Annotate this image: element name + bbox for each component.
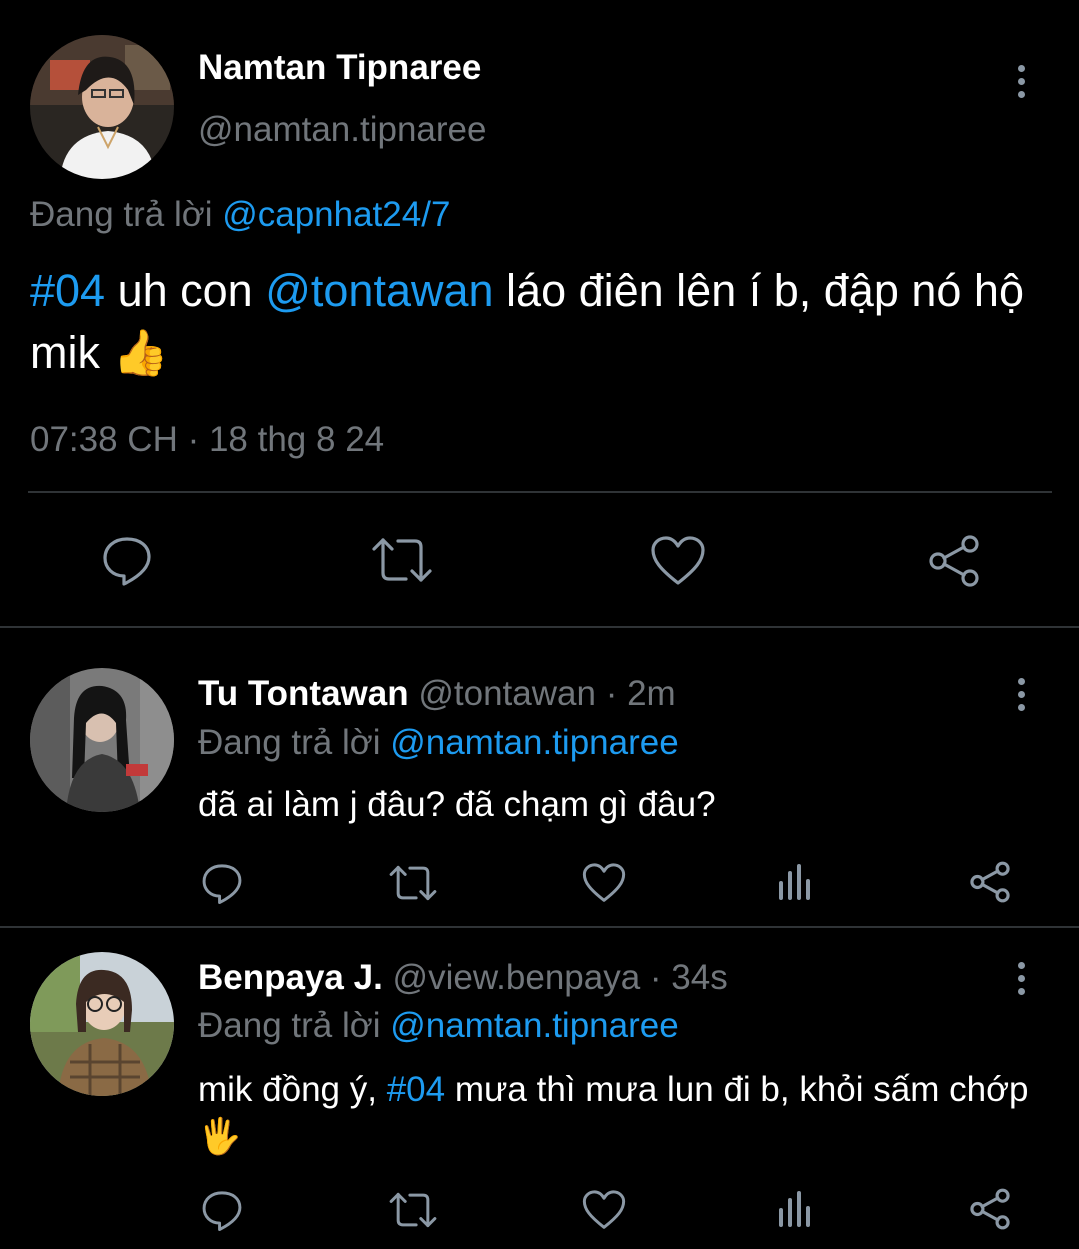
more-icon[interactable] <box>1015 678 1027 717</box>
reply-icon[interactable] <box>100 533 154 587</box>
time-ago[interactable]: · 2m <box>606 674 676 713</box>
reply-text: đã ai làm j đâu? đã chạm gì đâu? <box>198 785 716 824</box>
reply-icon[interactable] <box>200 861 244 905</box>
avatar-benpaya[interactable] <box>30 952 174 1096</box>
replying-to-line: Đang trả lời @capnhat24/7 <box>30 195 450 235</box>
heart-icon[interactable] <box>582 1189 626 1231</box>
avatar-photo <box>30 35 174 179</box>
more-icon[interactable] <box>1015 962 1027 1001</box>
reply-text-part: mưa thì mưa lun đi b, khỏi sấm chớp <box>445 1070 1029 1109</box>
replying-prefix: Đang trả lời <box>30 195 213 234</box>
reply-header: Tu Tontawan @tontawan · 2m <box>198 674 676 714</box>
replying-to-mention[interactable]: @capnhat24/7 <box>222 195 450 234</box>
reply-icon[interactable] <box>200 1188 244 1232</box>
replying-prefix: Đang trả lời <box>198 1006 381 1045</box>
hashtag[interactable]: #04 <box>387 1070 445 1109</box>
retweet-icon[interactable] <box>370 535 434 585</box>
avatar-tontawan[interactable] <box>30 668 174 812</box>
views-icon[interactable] <box>778 1190 816 1228</box>
replying-to-line: Đang trả lời @namtan.tipnaree <box>198 1006 679 1046</box>
display-name[interactable]: Namtan Tipnaree <box>198 48 481 88</box>
replying-to-line: Đang trả lời @namtan.tipnaree <box>198 723 679 763</box>
avatar-photo <box>30 952 174 1096</box>
avatar-namtan[interactable] <box>30 35 174 179</box>
share-icon[interactable] <box>926 533 982 589</box>
display-name[interactable]: Tu Tontawan <box>198 674 409 713</box>
hashtag[interactable]: #04 <box>30 265 105 316</box>
divider <box>28 491 1052 493</box>
section-divider <box>0 626 1079 628</box>
more-icon[interactable] <box>1015 65 1027 104</box>
retweet-icon[interactable] <box>388 863 438 903</box>
share-icon[interactable] <box>968 860 1012 904</box>
views-icon[interactable] <box>778 863 816 901</box>
avatar-photo <box>30 668 174 812</box>
mention[interactable]: @tontawan <box>265 265 493 316</box>
reply-text: mik đồng ý, #04 mưa thì mưa lun đi b, kh… <box>198 1066 1048 1160</box>
replying-prefix: Đang trả lời <box>198 723 381 762</box>
replying-to-mention[interactable]: @namtan.tipnaree <box>390 1006 678 1045</box>
tweet-text: #04 uh con @tontawan láo điên lên í b, đ… <box>30 260 1070 384</box>
display-name[interactable]: Benpaya J. <box>198 958 383 997</box>
time-ago[interactable]: · 34s <box>650 958 728 997</box>
reply-header: Benpaya J. @view.benpaya · 34s <box>198 958 728 998</box>
handle[interactable]: @namtan.tipnaree <box>198 110 486 150</box>
handle[interactable]: @tontawan <box>418 674 596 713</box>
heart-icon[interactable] <box>650 535 706 587</box>
replying-to-mention[interactable]: @namtan.tipnaree <box>390 723 678 762</box>
handle[interactable]: @view.benpaya <box>393 958 641 997</box>
tweet-text-part: uh con <box>105 265 266 316</box>
heart-icon[interactable] <box>582 862 626 904</box>
retweet-icon[interactable] <box>388 1190 438 1230</box>
reply-text-part: mik đồng ý, <box>198 1070 387 1109</box>
thumbs-up-emoji: 👍 <box>112 327 169 378</box>
timestamp[interactable]: 07:38 CH · 18 thg 8 24 <box>30 420 384 460</box>
section-divider <box>0 926 1079 928</box>
share-icon[interactable] <box>968 1187 1012 1231</box>
raised-hand-emoji: 🖐 <box>198 1117 242 1156</box>
